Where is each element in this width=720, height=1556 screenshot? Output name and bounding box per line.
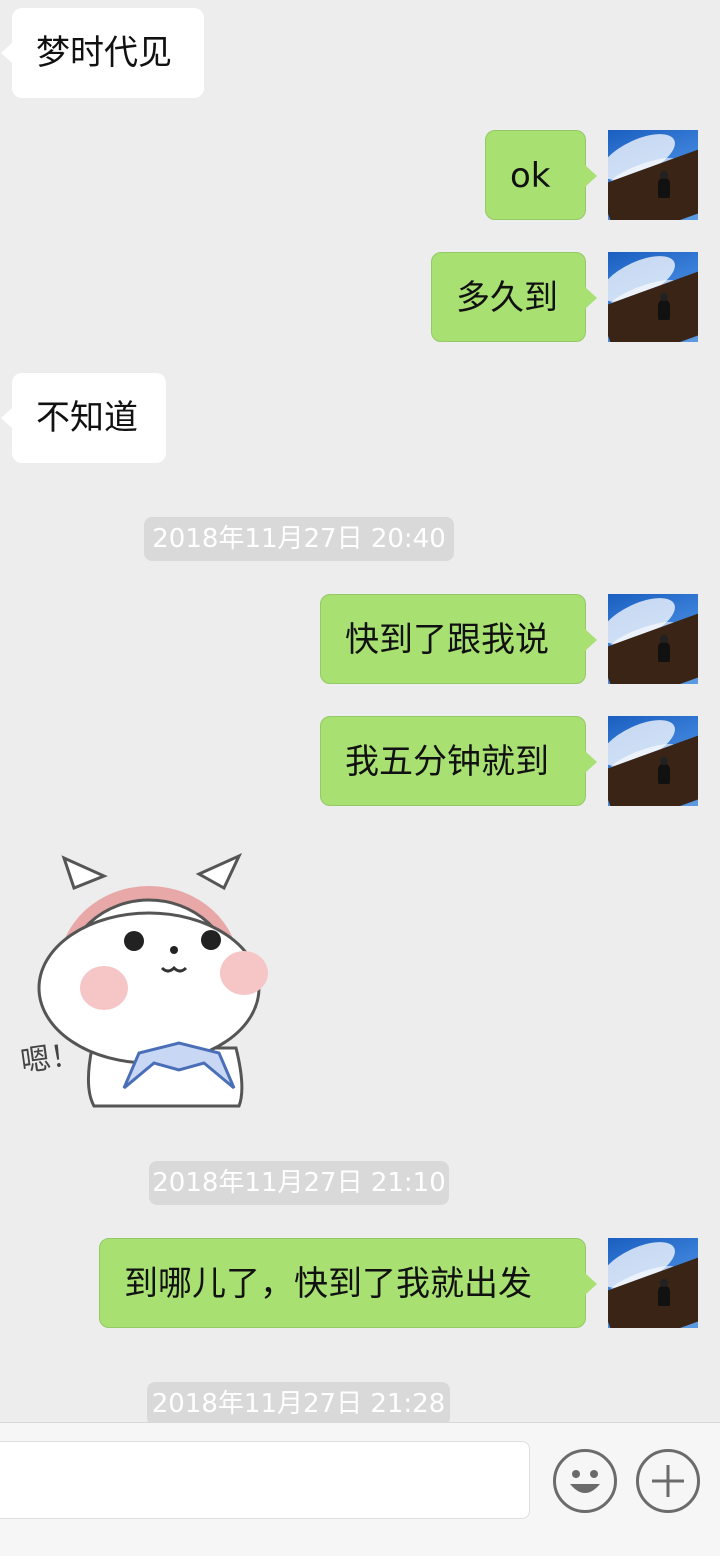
timestamp: 2018年11月27日 21:28 bbox=[147, 1382, 450, 1422]
input-bar bbox=[0, 1422, 720, 1556]
message-bubble-incoming[interactable]: 不知道 bbox=[1, 373, 166, 463]
avatar[interactable] bbox=[608, 716, 698, 806]
message-bubble-outgoing[interactable]: 多久到 bbox=[431, 252, 597, 342]
sticker-caption: 嗯！ bbox=[18, 1036, 83, 1080]
more-button[interactable] bbox=[636, 1449, 700, 1513]
sticker-message[interactable]: 嗯！ bbox=[14, 848, 284, 1108]
emoji-icon bbox=[570, 1470, 600, 1493]
avatar[interactable] bbox=[608, 252, 698, 342]
emoji-button[interactable] bbox=[553, 1449, 617, 1513]
timestamp: 2018年11月27日 20:40 bbox=[144, 517, 454, 561]
timestamp: 2018年11月27日 21:10 bbox=[149, 1161, 449, 1205]
avatar[interactable] bbox=[608, 130, 698, 220]
message-bubble-outgoing[interactable]: 到哪儿了，快到了我就出发 bbox=[99, 1238, 597, 1328]
message-bubble-incoming[interactable]: 梦时代见 bbox=[1, 8, 204, 98]
avatar[interactable] bbox=[608, 1238, 698, 1328]
plus-icon bbox=[652, 1465, 684, 1497]
message-bubble-outgoing[interactable]: 我五分钟就到 bbox=[320, 716, 597, 806]
message-input[interactable] bbox=[0, 1441, 530, 1519]
avatar[interactable] bbox=[608, 594, 698, 684]
message-bubble-outgoing[interactable]: 快到了跟我说 bbox=[320, 594, 597, 684]
message-bubble-outgoing[interactable]: ok bbox=[485, 130, 597, 220]
chat-message-list[interactable]: 梦时代见 ok 多久到 不知道 2018年11月27日 20:40 快到了跟我说… bbox=[0, 0, 720, 1422]
